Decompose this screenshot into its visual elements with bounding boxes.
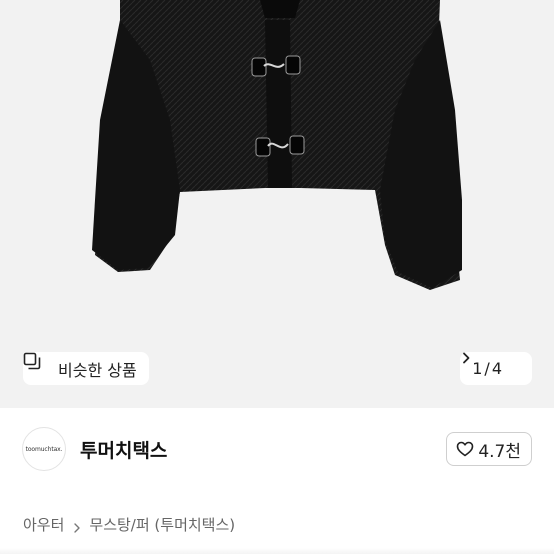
breadcrumb-item-outer[interactable]: 아우터 [23,514,64,535]
image-counter-separator: / [484,359,490,378]
chevron-right-icon [72,519,82,533]
section-divider [0,548,554,554]
heart-outline-icon [456,440,474,458]
shop-row[interactable]: toomuchtax. 투머치택스 4.7천 [0,408,554,488]
product-image[interactable]: 비슷한 상품 1 / 4 [0,0,554,408]
image-counter-total: 4 [491,359,502,378]
breadcrumb: 아우터 무스탕/퍼 (투머치택스) [23,513,235,535]
like-count: 4.7천 [478,441,521,462]
image-counter-current: 1 [472,359,483,378]
shop-name[interactable]: 투머치택스 [80,436,167,463]
image-counter-button[interactable]: 1 / 4 [460,352,532,385]
similar-items-label: 비슷한 상품 [58,360,137,380]
chevron-right-icon [463,352,522,375]
black-fur-jacket-image [92,0,462,290]
like-button[interactable]: 4.7천 [446,432,532,466]
shop-logo[interactable]: toomuchtax. [22,427,66,471]
similar-items-icon [23,352,52,378]
similar-items-button[interactable]: 비슷한 상품 [23,352,149,385]
shop-logo-text: toomuchtax. [25,445,63,453]
breadcrumb-item-mustang-fur[interactable]: 무스탕/퍼 (투머치택스) [89,514,235,535]
